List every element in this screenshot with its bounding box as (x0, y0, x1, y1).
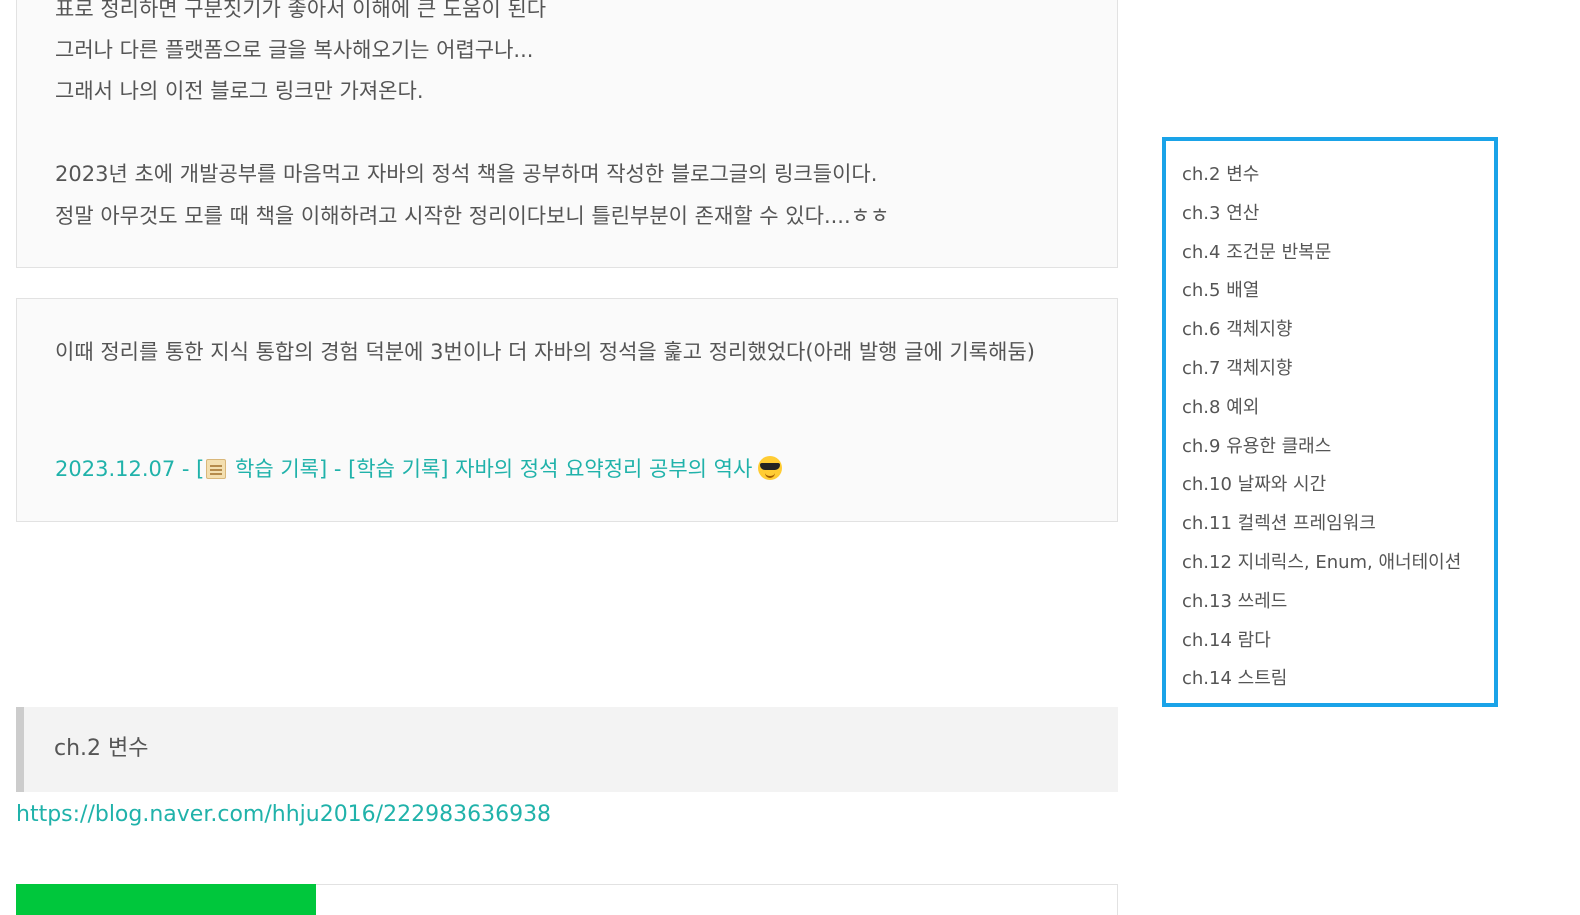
toc-item[interactable]: ch.14 스트림 (1166, 660, 1494, 699)
related-post-link[interactable]: 2023.12.07 - [ 학습 기록] - [학습 기록] 자바의 정석 요… (55, 449, 783, 490)
intro-line: 2023년 초에 개발공부를 마음먹고 자바의 정석 책을 공부하며 작성한 블… (55, 162, 878, 186)
intro-line: 그러나 다른 플랫폼으로 글을 복사해오기는 어렵구나... (55, 38, 534, 62)
toc-item[interactable]: ch.3 연산 (1166, 195, 1494, 234)
toc-item[interactable]: ch.14 람다 (1166, 622, 1494, 661)
note-text: 이때 정리를 통한 지식 통합의 경험 덕분에 3번이나 더 자바의 정석을 훑… (55, 340, 1035, 364)
intro-box: 표로 정리하면 구분짓기가 좋아서 이해에 큰 도움이 된다 그러나 다른 플랫… (16, 0, 1118, 268)
toc-item[interactable]: ch.9 유용한 클래스 (1166, 428, 1494, 467)
cool-sunglasses-icon (758, 456, 783, 480)
scroll-icon (206, 459, 227, 479)
blog-url-link[interactable]: https://blog.naver.com/hhju2016/22298363… (16, 797, 551, 833)
intro-line: 정말 아무것도 모를 때 책을 이해하려고 시작한 정리이다보니 틀린부분이 존… (55, 204, 890, 228)
section-heading: ch.2 변수 (16, 707, 1118, 792)
toc-item[interactable]: ch.2 변수 (1166, 156, 1494, 195)
toc-item[interactable]: ch.13 쓰레드 (1166, 583, 1494, 622)
note-box: 이때 정리를 통한 지식 통합의 경험 덕분에 3번이나 더 자바의 정석을 훑… (16, 298, 1118, 522)
toc-item[interactable]: ch.12 지네릭스, Enum, 애너테이션 (1166, 544, 1494, 583)
toc-item[interactable]: ch.6 객체지향 (1166, 311, 1494, 350)
toc-item[interactable]: ch.5 배열 (1166, 272, 1494, 311)
toc-item[interactable]: ch.8 예외 (1166, 389, 1494, 428)
table-of-contents: ch.2 변수 ch.3 연산 ch.4 조건문 반복문 ch.5 배열 ch.… (1162, 137, 1498, 707)
intro-line: 표로 정리하면 구분짓기가 좋아서 이해에 큰 도움이 된다 (55, 0, 547, 21)
related-post-prefix: 2023.12.07 - [ (55, 457, 205, 481)
intro-line: 그래서 나의 이전 블로그 링크만 가져온다. (55, 79, 424, 103)
related-post-title: 학습 기록] - [학습 기록] 자바의 정석 요약정리 공부의 역사 (228, 457, 753, 481)
naver-blog-thumbnail (16, 884, 316, 915)
toc-item[interactable]: ch.10 날짜와 시간 (1166, 466, 1494, 505)
section-heading-text: ch.2 변수 (54, 736, 149, 761)
toc-item[interactable]: ch.4 조건문 반복문 (1166, 234, 1494, 273)
link-preview-card[interactable] (16, 884, 1118, 915)
toc-item[interactable]: ch.11 컬렉션 프레임워크 (1166, 505, 1494, 544)
toc-item[interactable]: ch.7 객체지향 (1166, 350, 1494, 389)
